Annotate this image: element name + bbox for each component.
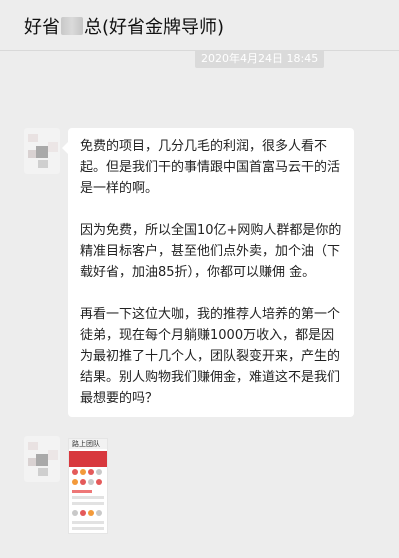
message-paragraph: 再看一下这位大咖，我的推荐人培养的第一个徒弟，现在每个月躺赚1000万收入，都是… — [80, 307, 341, 406]
chat-header: 好省 总(好省金牌导师) — [0, 0, 399, 51]
sender-avatar[interactable] — [24, 436, 60, 482]
chat-title-prefix: 好省 — [24, 17, 60, 38]
chat-title[interactable]: 好省 总(好省金牌导师) — [24, 13, 224, 39]
image-caption: 路上团队 — [72, 440, 100, 448]
text-message-bubble[interactable]: 免费的项目，几分几毛的利润，很多人看不起。但是我们干的事情跟中国首富马云干的活是… — [62, 128, 354, 417]
message-paragraph: 因为免费，所以全国10亿+网购人群都是你的 精准目标客户，甚至他们点外卖，加个油… — [80, 223, 342, 280]
blurred-name-mask — [61, 17, 83, 35]
message-paragraph: 免费的项目，几分几毛的利润，很多人看不起。但是我们干的事情跟中国首富马云干的活是… — [80, 139, 341, 196]
chat-title-suffix: 总(好省金牌导师) — [84, 17, 225, 38]
image-banner — [69, 451, 107, 467]
image-message[interactable]: 路上团队 — [68, 438, 108, 534]
message-timestamp: 2020年4月24日 18:45 — [195, 50, 325, 68]
sender-avatar[interactable] — [24, 128, 60, 174]
